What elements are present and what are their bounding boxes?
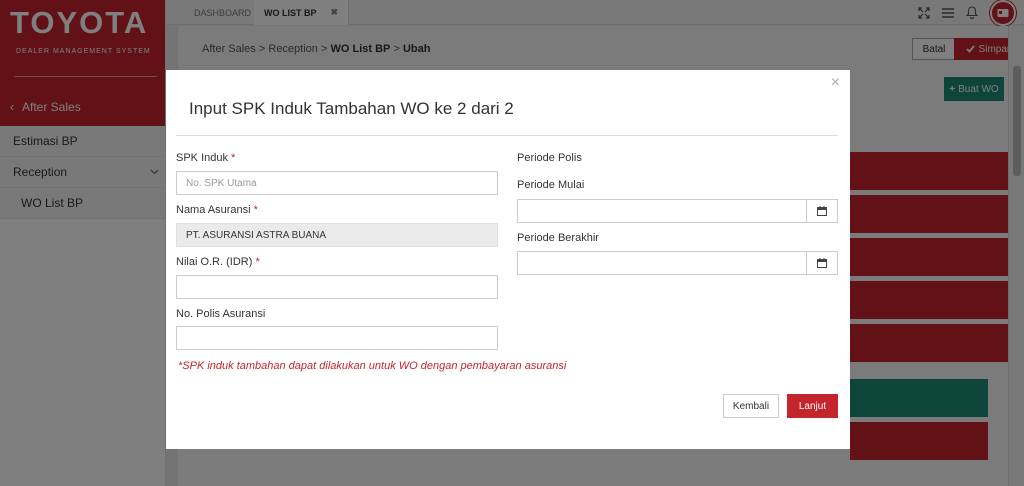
- calendar-icon: [817, 258, 827, 268]
- spk-induk-input[interactable]: [176, 171, 498, 195]
- periode-mulai-input[interactable]: [517, 199, 838, 223]
- modal-title: Input SPK Induk Tambahan WO ke 2 dari 2: [189, 99, 514, 118]
- label-text: Nilai O.R. (IDR): [176, 256, 253, 268]
- calendar-button[interactable]: [806, 252, 837, 274]
- periode-berakhir-label: Periode Berakhir: [517, 232, 599, 244]
- kembali-button[interactable]: Kembali: [723, 394, 779, 418]
- insurance-note: *SPK induk tambahan dapat dilakukan untu…: [178, 360, 567, 372]
- nilai-or-input[interactable]: [176, 275, 498, 299]
- nama-asuransi-field: [176, 223, 498, 247]
- required-mark: *: [231, 152, 236, 164]
- no-polis-label: No. Polis Asuransi: [176, 308, 266, 320]
- lanjut-button[interactable]: Lanjut: [787, 394, 838, 418]
- calendar-icon: [817, 206, 827, 216]
- nama-asuransi-label: Nama Asuransi *: [176, 204, 258, 216]
- label-text: SPK Induk: [176, 152, 228, 164]
- close-icon[interactable]: ×: [831, 74, 840, 92]
- periode-mulai-label: Periode Mulai: [517, 179, 585, 191]
- periode-berakhir-input[interactable]: [517, 251, 838, 275]
- nilai-or-label: Nilai O.R. (IDR) *: [176, 256, 260, 268]
- periode-polis-label: Periode Polis: [517, 152, 582, 164]
- modal-divider: [176, 135, 838, 136]
- required-mark: *: [253, 204, 258, 216]
- required-mark: *: [255, 256, 260, 268]
- no-polis-input[interactable]: [176, 326, 498, 350]
- spk-induk-modal: × Input SPK Induk Tambahan WO ke 2 dari …: [166, 70, 850, 449]
- calendar-button[interactable]: [806, 200, 837, 222]
- label-text: Nama Asuransi: [176, 204, 251, 216]
- spk-induk-label: SPK Induk *: [176, 152, 235, 164]
